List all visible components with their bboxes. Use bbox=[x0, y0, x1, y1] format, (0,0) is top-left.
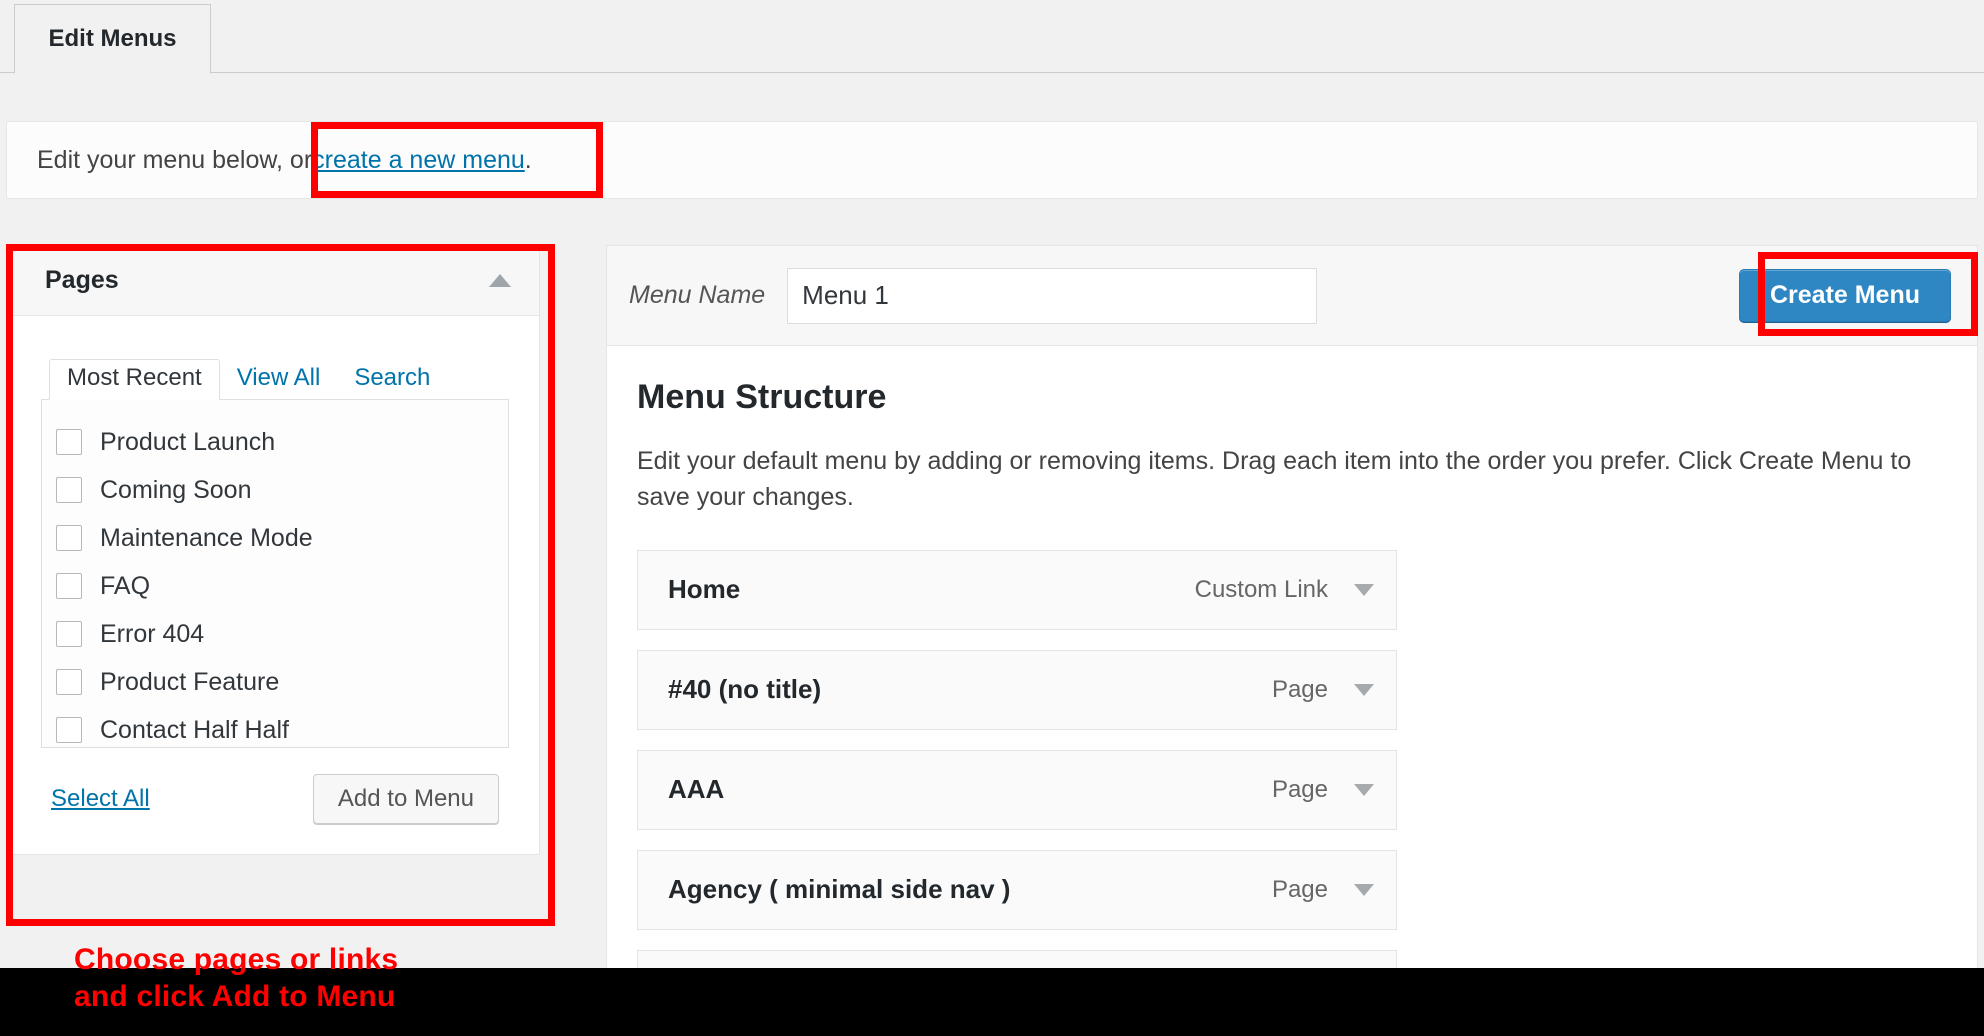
edit-menu-notice: Edit your menu below, or create a new me… bbox=[6, 121, 1978, 199]
select-all-link[interactable]: Select All bbox=[51, 785, 150, 813]
menu-item-title: Agency ( minimal side nav ) bbox=[668, 874, 1011, 904]
caret-down-icon[interactable] bbox=[1354, 683, 1374, 696]
checkbox-icon[interactable] bbox=[56, 717, 82, 743]
subtab-most-recent-label: Most Recent bbox=[67, 364, 202, 391]
menu-structure-description: Edit your default menu by adding or remo… bbox=[637, 447, 1912, 512]
menu-item-type: Page bbox=[1271, 875, 1328, 903]
list-item-label: FAQ bbox=[100, 571, 151, 600]
pages-panel-title: Pages bbox=[45, 266, 119, 294]
menu-name-input[interactable] bbox=[787, 267, 1318, 324]
list-item[interactable]: Contact Half Half bbox=[56, 706, 508, 747]
menu-item-type: Custom Link bbox=[1194, 575, 1328, 603]
pages-panel-header[interactable]: Pages bbox=[11, 246, 539, 316]
list-item[interactable]: Error 404 bbox=[56, 610, 508, 658]
create-a-new-menu-link[interactable]: create a new menu bbox=[312, 146, 525, 175]
list-item[interactable]: Product Launch bbox=[56, 418, 508, 466]
menu-item-meta: Page bbox=[1272, 776, 1374, 804]
pages-panel: Pages Most Recent View All Search Produc… bbox=[10, 245, 540, 855]
annotation-text: Choose pages or links and click Add to M… bbox=[74, 942, 398, 1015]
pages-panel-body: Most Recent View All Search Product Laun… bbox=[11, 316, 539, 854]
add-to-menu-button[interactable]: Add to Menu bbox=[312, 774, 499, 824]
notice-prefix-text: Edit your menu below, or bbox=[37, 145, 313, 174]
checkbox-icon[interactable] bbox=[56, 477, 82, 503]
annotation-line-1: Choose pages or links bbox=[74, 943, 399, 976]
caret-down-icon[interactable] bbox=[1354, 583, 1374, 596]
notice-suffix-text: . bbox=[524, 145, 532, 174]
menu-name-bar: Menu Name Create Menu bbox=[607, 246, 1977, 346]
tab-strip: Edit Menus bbox=[0, 0, 1984, 74]
checkbox-icon[interactable] bbox=[56, 525, 82, 551]
menu-structure-title: Menu Structure bbox=[637, 378, 887, 416]
menu-item-title: AAA bbox=[668, 774, 725, 804]
annotation-line-2: and click Add to Menu bbox=[74, 979, 396, 1013]
caret-down-icon[interactable] bbox=[1354, 783, 1374, 796]
pages-subtabs: Most Recent View All Search bbox=[41, 352, 509, 400]
list-item-label: Error 404 bbox=[100, 619, 205, 648]
menu-edit-panel: Menu Name Create Menu Menu Structure Edi… bbox=[606, 245, 1978, 1030]
menu-item-row[interactable]: AAA Page bbox=[637, 749, 1397, 830]
menu-item-title: Home bbox=[668, 574, 741, 604]
subtab-most-recent[interactable]: Most Recent bbox=[49, 359, 220, 400]
menu-item-title: #40 (no title) bbox=[668, 674, 822, 704]
list-item-label: Product Feature bbox=[100, 667, 280, 696]
subtab-view-all-label: View All bbox=[236, 364, 321, 391]
caret-down-icon[interactable] bbox=[1354, 883, 1374, 896]
menu-item-row[interactable]: #40 (no title) Page bbox=[637, 649, 1397, 730]
list-item-label: Coming Soon bbox=[100, 475, 252, 504]
list-item[interactable]: Coming Soon bbox=[56, 466, 508, 514]
checkbox-icon[interactable] bbox=[56, 669, 82, 695]
checkbox-icon[interactable] bbox=[56, 621, 82, 647]
checkbox-icon[interactable] bbox=[56, 573, 82, 599]
checkbox-icon[interactable] bbox=[56, 429, 82, 455]
menu-item-meta: Page bbox=[1272, 876, 1374, 904]
menu-item-row[interactable]: Home Custom Link bbox=[637, 549, 1397, 630]
menu-item-row[interactable]: Agency ( minimal side nav ) Page bbox=[637, 849, 1397, 930]
menu-item-meta: Page bbox=[1272, 676, 1374, 704]
list-item[interactable]: FAQ bbox=[56, 562, 508, 610]
menu-items-list: Home Custom Link #40 (no title) Page AAA… bbox=[637, 549, 1397, 1030]
menu-item-meta: Custom Link bbox=[1195, 576, 1374, 604]
subtab-search[interactable]: Search bbox=[337, 360, 447, 399]
menu-item-type: Page bbox=[1271, 675, 1328, 703]
caret-up-icon[interactable] bbox=[489, 274, 511, 287]
tab-edit-menus[interactable]: Edit Menus bbox=[14, 4, 211, 74]
tab-edit-menus-label: Edit Menus bbox=[48, 25, 177, 52]
subtab-view-all[interactable]: View All bbox=[220, 360, 338, 399]
menu-name-label: Menu Name bbox=[629, 281, 766, 309]
list-item[interactable]: Product Feature bbox=[56, 658, 508, 706]
menu-structure-section: Menu Structure Edit your default menu by… bbox=[607, 346, 1977, 1030]
list-item-label: Contact Half Half bbox=[100, 715, 289, 744]
list-item-label: Maintenance Mode bbox=[100, 523, 313, 552]
menu-item-type: Page bbox=[1271, 775, 1328, 803]
pages-panel-footer: Select All Add to Menu bbox=[41, 748, 509, 854]
pages-checklist[interactable]: Product Launch Coming Soon Maintenance M… bbox=[41, 400, 509, 748]
list-item[interactable]: Maintenance Mode bbox=[56, 514, 508, 562]
subtab-search-label: Search bbox=[354, 364, 431, 391]
create-menu-button[interactable]: Create Menu bbox=[1738, 269, 1951, 322]
list-item-label: Product Launch bbox=[100, 427, 276, 456]
